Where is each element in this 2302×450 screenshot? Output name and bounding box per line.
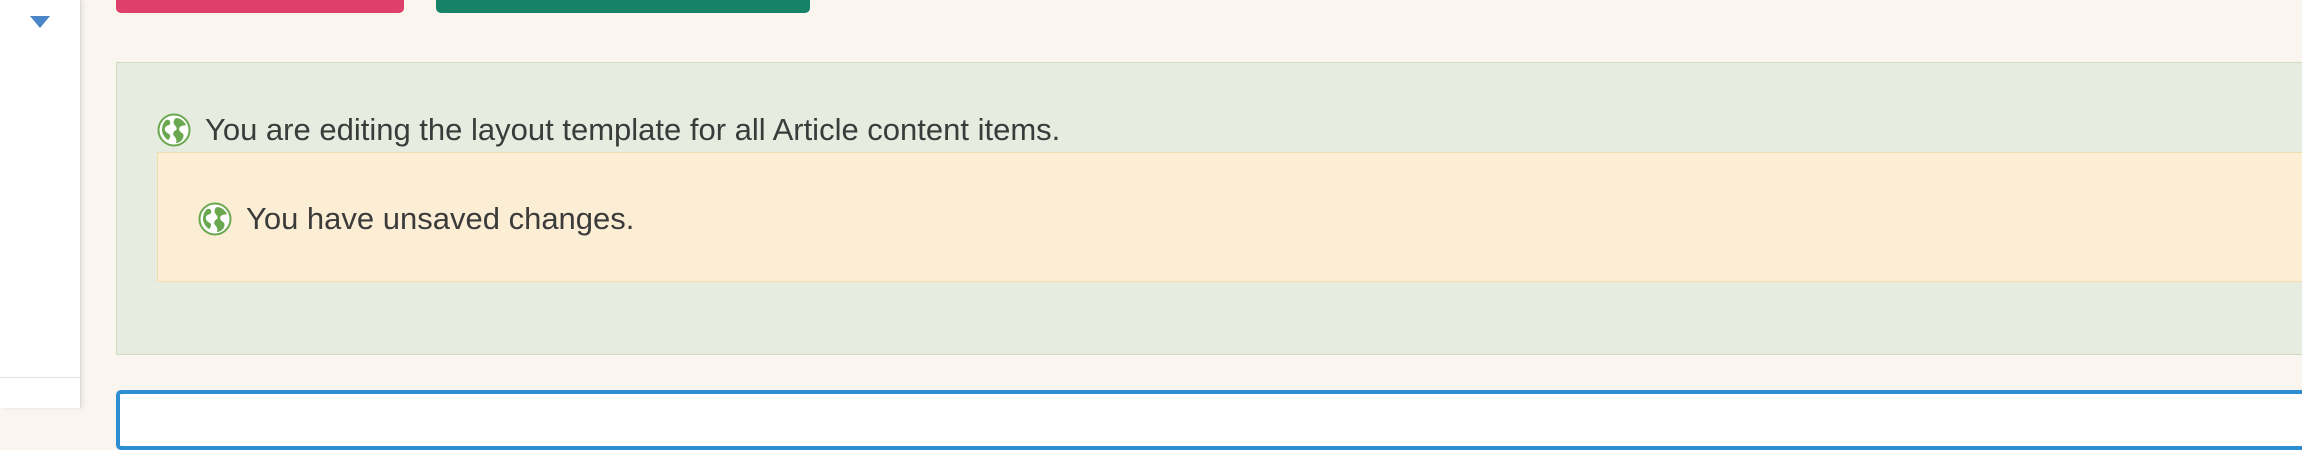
unsaved-changes-notice: You have unsaved changes. [157,152,2302,282]
success-action-button[interactable] [436,0,810,13]
layout-template-notice-row: You are editing the layout template for … [157,111,1060,149]
globe-icon [157,113,191,147]
layout-template-notice-text: You are editing the layout template for … [205,112,1061,147]
sidebar-divider [0,377,80,378]
danger-action-button[interactable] [116,0,404,13]
unsaved-changes-text: You have unsaved changes. [246,201,635,236]
caret-down-icon[interactable] [29,14,51,30]
layout-template-notice: You are editing the layout template for … [116,62,2302,355]
left-sidebar [0,0,81,408]
unsaved-changes-notice-row: You have unsaved changes. [198,200,634,238]
template-editor-frame[interactable] [116,390,2302,450]
globe-icon [198,202,232,236]
